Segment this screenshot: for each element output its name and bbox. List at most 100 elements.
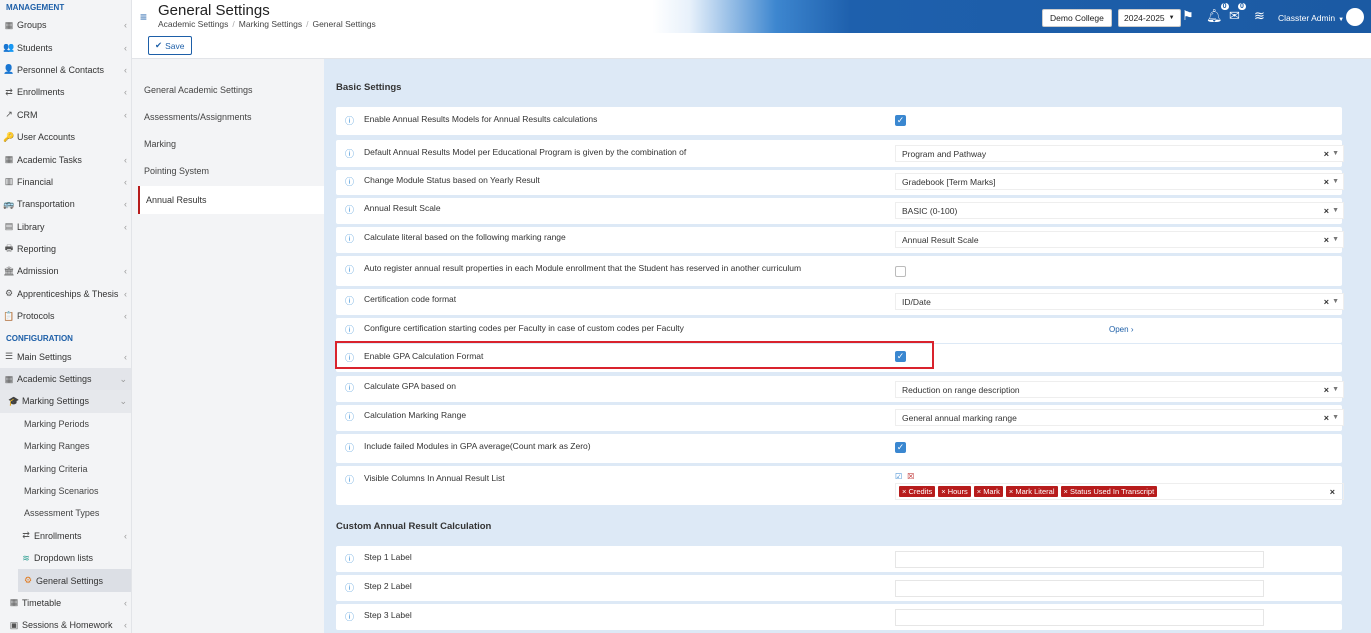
chevron-left-icon: ‹	[124, 87, 127, 98]
sidebar-item-groups[interactable]: ▦ Groups ‹	[0, 14, 131, 36]
academic-tasks-icon: ▦	[4, 154, 14, 165]
mail-icon[interactable]: ✉ 0	[1229, 3, 1246, 24]
sidebar-item-user-accounts[interactable]: 🔑 User Accounts	[0, 126, 131, 148]
sidebar-item-enrollments-config[interactable]: ⇄ Enrollments ‹	[0, 525, 131, 547]
sidebar-item-students[interactable]: 👥 Students ‹	[0, 36, 131, 58]
year-select[interactable]: 2024-2025 ▼	[1118, 9, 1181, 27]
sidebar-item-library[interactable]: ▤ Library ‹	[0, 216, 131, 238]
hamburger-menu-icon[interactable]: ≡	[140, 10, 147, 24]
sidebar-item-main-settings[interactable]: ☰ Main Settings ‹	[0, 345, 131, 367]
sidebar-item-general-settings[interactable]: ⚙ General Settings	[18, 569, 131, 592]
gpa-basis-select[interactable]: Reduction on range description × ▼	[895, 381, 1344, 398]
step-3-label-input[interactable]	[895, 609, 1264, 626]
open-link[interactable]: Open ›	[1109, 325, 1133, 334]
sidebar-item-marking-ranges[interactable]: Marking Ranges	[0, 435, 131, 457]
clear-icon[interactable]: ×	[1324, 413, 1329, 423]
protocols-icon: 📋	[3, 310, 15, 321]
setting-row: ⓘ Certification code format ID/Date × ▼	[336, 289, 1344, 315]
user-menu[interactable]: Classter Admin ▼	[1278, 13, 1344, 23]
info-icon[interactable]: ⓘ	[345, 552, 354, 565]
sidebar-item-protocols[interactable]: 📋 Protocols ‹	[0, 305, 131, 327]
auto-register-checkbox[interactable]	[895, 266, 906, 277]
info-icon[interactable]: ⓘ	[345, 381, 354, 394]
default-model-select[interactable]: Program and Pathway × ▼	[895, 145, 1344, 162]
clear-icon[interactable]: ×	[1324, 177, 1329, 187]
personnel-icon: 👤	[3, 64, 15, 75]
sidebar-item-personnel[interactable]: 👤 Personnel & Contacts ‹	[0, 59, 131, 81]
sidebar-item-crm[interactable]: ↗ CRM ‹	[0, 104, 131, 126]
select-all-icon[interactable]: ☑	[895, 472, 902, 481]
annual-result-scale-select[interactable]: BASIC (0-100) × ▼	[895, 202, 1344, 219]
save-button[interactable]: ✔ Save	[148, 36, 192, 55]
breadcrumb-item[interactable]: Marking Settings	[239, 19, 302, 29]
avatar[interactable]	[1346, 8, 1364, 26]
tab-assessments-assignments[interactable]: Assessments/Assignments	[132, 103, 324, 130]
sidebar-item-timetable[interactable]: ▦ Timetable ‹	[0, 592, 131, 614]
module-status-select[interactable]: Gradebook [Term Marks] × ▼	[895, 173, 1344, 190]
step-2-label-input[interactable]	[895, 580, 1264, 597]
visible-columns-multiselect[interactable]: × Credits × Hours × Mark × Mark Literal …	[895, 483, 1344, 500]
clear-icon[interactable]: ×	[1324, 206, 1329, 216]
admission-icon: 🏛	[3, 265, 15, 276]
sidebar-item-academic-settings[interactable]: ▦ Academic Settings ⌄	[0, 367, 131, 391]
info-icon[interactable]: ⓘ	[345, 473, 354, 486]
bell-icon[interactable]: 🔔︎ 0	[1206, 3, 1229, 24]
info-icon[interactable]: ⓘ	[345, 441, 354, 454]
calc-marking-range-select[interactable]: General annual marking range × ▼	[895, 409, 1344, 426]
sidebar-item-sessions-homework[interactable]: ▣ Sessions & Homework ‹	[0, 614, 131, 633]
literal-range-select[interactable]: Annual Result Scale × ▼	[895, 231, 1344, 248]
sidebar-item-assessment-types[interactable]: Assessment Types	[0, 502, 131, 524]
tag-mark[interactable]: × Mark	[973, 486, 1003, 497]
check-icon: ✔	[155, 40, 163, 50]
breadcrumb-item[interactable]: Academic Settings	[158, 19, 228, 29]
info-icon[interactable]: ⓘ	[345, 610, 354, 623]
sidebar-item-marking-periods[interactable]: Marking Periods	[0, 413, 131, 435]
tag-mark-literal[interactable]: × Mark Literal	[1005, 486, 1058, 497]
sidebar-item-transportation[interactable]: 🚌 Transportation ‹	[0, 193, 131, 215]
clear-icon[interactable]: ×	[1324, 385, 1329, 395]
sidebar-item-financial[interactable]: ▥ Financial ‹	[0, 171, 131, 193]
info-icon[interactable]: ⓘ	[345, 114, 354, 127]
clear-icon[interactable]: ×	[1324, 297, 1329, 307]
clear-icon[interactable]: ×	[1324, 235, 1329, 245]
setting-label: Step 2 Label	[364, 581, 412, 591]
tab-marking[interactable]: Marking	[132, 130, 324, 157]
sidebar-item-apprenticeships[interactable]: ⚙ Apprenticeships & Thesis ‹	[0, 283, 131, 305]
info-icon[interactable]: ⓘ	[345, 581, 354, 594]
tag-hours[interactable]: × Hours	[938, 486, 971, 497]
setting-label: Calculate GPA based on	[364, 381, 456, 391]
sidebar-item-marking-criteria[interactable]: Marking Criteria	[0, 457, 131, 479]
flag-icon[interactable]: ⚑	[1182, 8, 1194, 24]
failed-modules-checkbox[interactable]: ✓	[895, 442, 906, 453]
step-1-label-input[interactable]	[895, 551, 1264, 568]
stack-icon[interactable]: ≋	[1254, 8, 1265, 24]
setting-label: Include failed Modules in GPA average(Co…	[364, 441, 591, 451]
tab-general-academic-settings[interactable]: General Academic Settings	[132, 76, 324, 103]
sidebar-item-admission[interactable]: 🏛 Admission ‹	[0, 260, 131, 282]
tag-credits[interactable]: × Credits	[899, 486, 936, 497]
certification-format-select[interactable]: ID/Date × ▼	[895, 293, 1344, 310]
info-icon[interactable]: ⓘ	[345, 175, 354, 188]
tab-pointing-system[interactable]: Pointing System	[132, 157, 324, 184]
info-icon[interactable]: ⓘ	[345, 323, 354, 336]
info-icon[interactable]: ⓘ	[345, 147, 354, 160]
chevron-left-icon: ‹	[124, 64, 127, 75]
college-button[interactable]: Demo College	[1042, 9, 1112, 27]
annual-models-checkbox[interactable]: ✓	[895, 115, 906, 126]
tag-status-used-in-transcript[interactable]: × Status Used In Transcript	[1060, 486, 1158, 497]
info-icon[interactable]: ⓘ	[345, 203, 354, 216]
info-icon[interactable]: ⓘ	[345, 294, 354, 307]
sidebar-item-reporting[interactable]: 🖶 Reporting	[0, 238, 131, 260]
deselect-all-icon[interactable]: ☒	[907, 472, 914, 481]
sidebar-item-dropdown-lists[interactable]: ≋ Dropdown lists	[0, 547, 131, 569]
info-icon[interactable]: ⓘ	[345, 263, 354, 276]
tab-annual-results[interactable]: Annual Results	[138, 186, 324, 214]
clear-icon[interactable]: ×	[1324, 149, 1329, 159]
info-icon[interactable]: ⓘ	[345, 410, 354, 423]
clear-icon[interactable]: ×	[1330, 487, 1335, 497]
sidebar-item-academic-tasks[interactable]: ▦ Academic Tasks ‹	[0, 148, 131, 170]
sidebar-item-marking-settings[interactable]: 🎓 Marking Settings ⌄	[0, 390, 131, 413]
info-icon[interactable]: ⓘ	[345, 232, 354, 245]
sidebar-item-marking-scenarios[interactable]: Marking Scenarios	[0, 480, 131, 502]
sidebar-item-enrollments[interactable]: ⇄ Enrollments ‹	[0, 81, 131, 103]
